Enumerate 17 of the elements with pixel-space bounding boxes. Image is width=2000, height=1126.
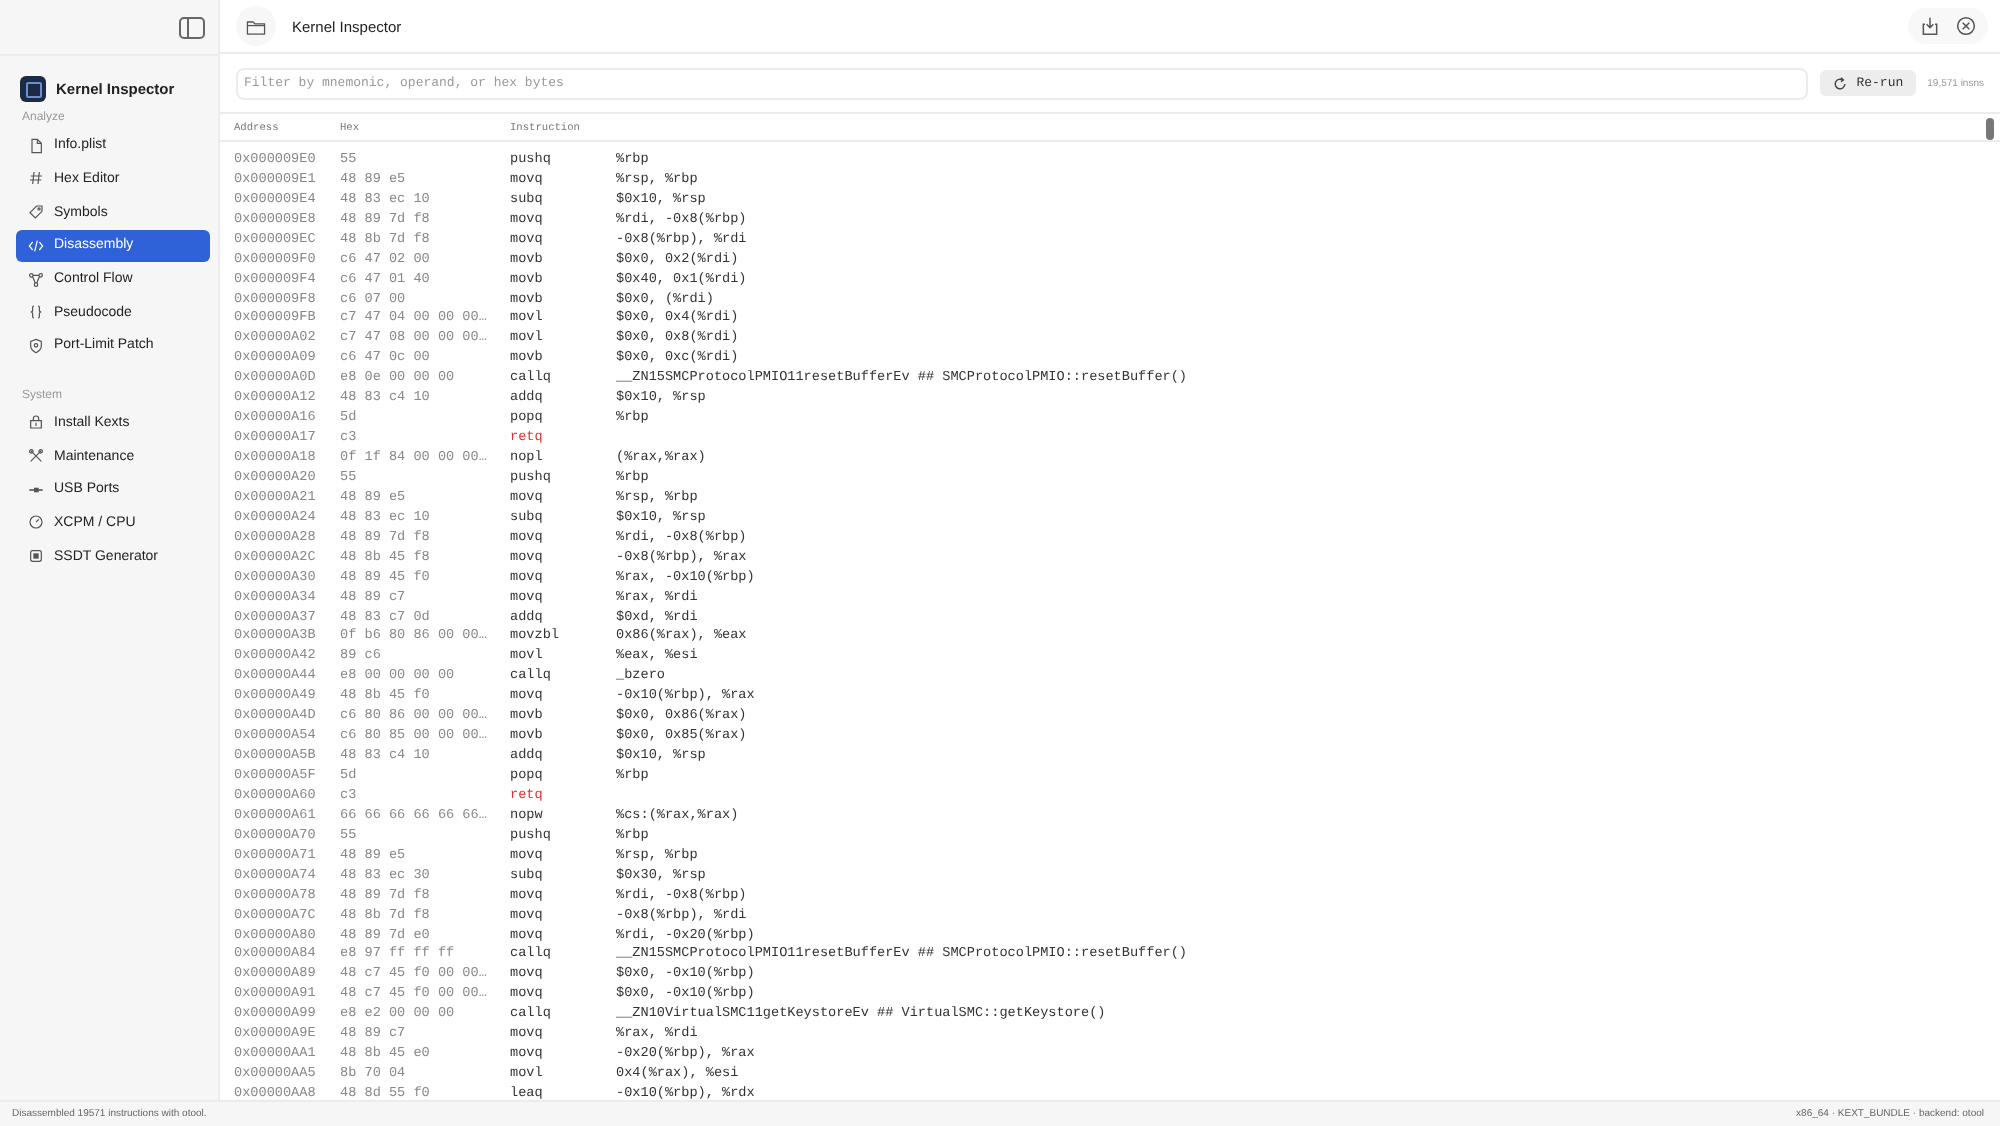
flow-icon <box>28 271 44 287</box>
app-logo-icon <box>20 76 46 102</box>
shield-icon <box>28 337 44 354</box>
sidebar-toggle-icon[interactable] <box>178 15 206 39</box>
close-icon[interactable] <box>1956 16 1976 36</box>
gauge-icon <box>28 514 44 531</box>
refresh-icon <box>1832 75 1849 91</box>
export-icon[interactable] <box>1920 16 1940 36</box>
folder-icon <box>246 17 266 35</box>
hash-icon <box>28 170 44 187</box>
chip-icon <box>28 548 44 565</box>
scrollbar-thumb[interactable] <box>1986 118 1994 140</box>
code-icon <box>28 237 44 254</box>
folder-button[interactable] <box>236 6 276 46</box>
braces-icon <box>28 304 44 321</box>
tag-icon <box>28 204 44 221</box>
document-icon <box>28 137 44 154</box>
